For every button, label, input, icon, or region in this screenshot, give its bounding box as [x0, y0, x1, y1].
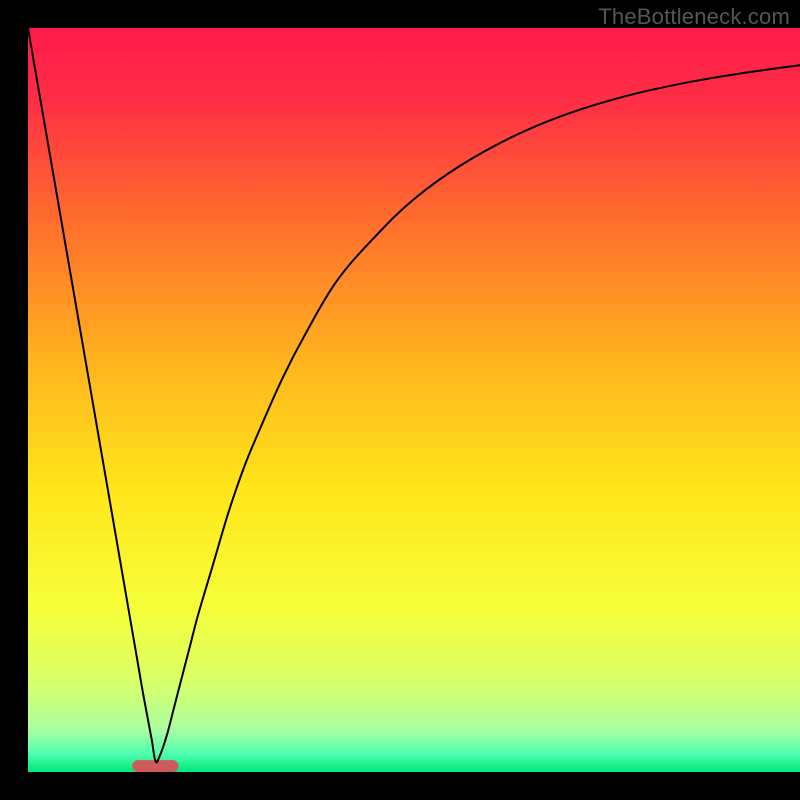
watermark-text: TheBottleneck.com [598, 4, 790, 30]
chart-container: TheBottleneck.com [0, 0, 800, 800]
bottleneck-chart [0, 0, 800, 800]
plot-area [28, 28, 800, 772]
